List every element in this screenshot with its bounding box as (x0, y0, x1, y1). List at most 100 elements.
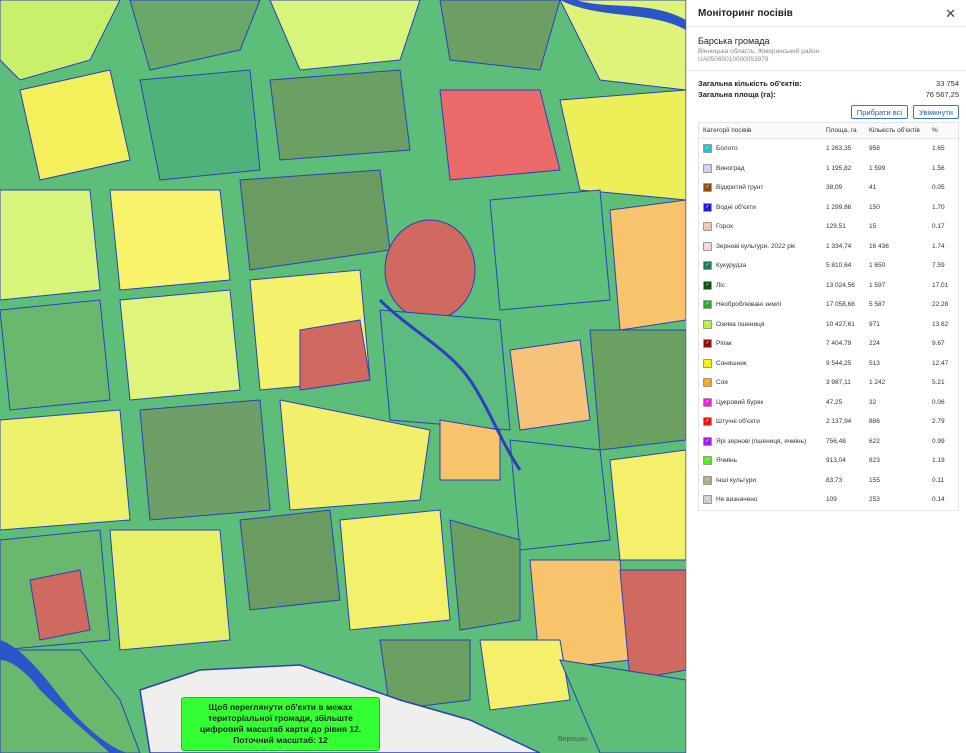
table-row[interactable]: Відкритий грунт 38,09 41 0.05 (699, 178, 958, 198)
pct-cell: 0.11 (932, 476, 945, 484)
table-row[interactable]: Горох 129,51 15 0.17 (699, 217, 958, 237)
pct-cell: 17.01 (932, 281, 949, 289)
table-row[interactable]: Виноград 1 195,82 1 599 1.56 (699, 159, 958, 179)
category-checkbox[interactable] (703, 241, 712, 251)
category-checkbox[interactable] (703, 202, 712, 212)
category-checkbox[interactable] (703, 495, 712, 505)
category-checkbox[interactable] (703, 163, 712, 173)
column-count[interactable]: Кількість об'єктів (869, 127, 932, 134)
table-row[interactable]: Необроблювані землі 17 058,68 5 587 22.28 (699, 295, 958, 315)
total-area-value: 76 567,25 (925, 90, 959, 99)
pct-cell: 22.28 (932, 301, 949, 309)
category-label: Цукровий буряк (716, 398, 764, 406)
table-row[interactable]: Водні об'єкти 1 299,86 150 1.70 (699, 198, 958, 218)
category-checkbox[interactable] (703, 417, 712, 427)
category-checkbox[interactable] (703, 300, 712, 310)
category-checkbox[interactable] (703, 456, 712, 466)
category-cell: Зернові культури. 2022 рік (699, 241, 826, 251)
table-row[interactable]: Штучні об'єкти 2 137,94 886 2.79 (699, 412, 958, 432)
total-area-row: Загальна площа (га): 76 567,25 (698, 90, 959, 101)
category-checkbox[interactable] (703, 183, 712, 193)
table-row[interactable]: Озима пшениця 10 427,61 971 13.62 (699, 315, 958, 335)
area-cell: 129,51 (826, 223, 846, 231)
category-checkbox[interactable] (703, 397, 712, 407)
table-row[interactable]: Ріпак 7 404,79 224 9.67 (699, 334, 958, 354)
table-header: Категорії посівів Площа, га Кількість об… (699, 123, 958, 139)
table-row[interactable]: Соя 3 987,11 1 242 5.21 (699, 373, 958, 393)
count-cell: 253 (869, 496, 880, 504)
count-cell: 1 597 (869, 281, 886, 289)
category-label: Відкритий грунт (716, 184, 764, 192)
category-checkbox[interactable] (703, 261, 712, 271)
area-cell: 5 810,64 (826, 262, 852, 270)
category-label: Виноград (716, 164, 745, 172)
category-cell: Цукровий буряк (699, 397, 826, 407)
notice-line-2: територіальної громади, збільште (208, 713, 353, 723)
count-cell: 1 599 (869, 164, 886, 172)
category-label: Зернові культури. 2022 рік (716, 242, 796, 250)
table-row[interactable]: Ячмінь 913,04 823 1.19 (699, 451, 958, 471)
table-row[interactable]: Кукурудза 5 810,64 1 650 7.59 (699, 256, 958, 276)
panel-title: Моніторинг посівів (698, 7, 793, 19)
category-checkbox[interactable] (703, 319, 712, 329)
count-cell: 971 (869, 320, 880, 328)
table-row[interactable]: Цукровий буряк 47,25 32 0.06 (699, 393, 958, 413)
category-label: Болото (716, 145, 738, 153)
pct-cell: 1.56 (932, 164, 945, 172)
toggle-buttons: Прибрати всі Увімкнути (687, 101, 966, 119)
category-checkbox[interactable] (703, 475, 712, 485)
category-label: Соя (716, 379, 728, 387)
remove-all-button[interactable]: Прибрати всі (850, 105, 909, 119)
category-checkbox[interactable] (703, 144, 712, 154)
crop-categories-table: Категорії посівів Площа, га Кількість об… (698, 122, 959, 511)
count-cell: 513 (869, 359, 880, 367)
notice-line-4: Поточний масштаб: 12 (233, 735, 328, 745)
category-checkbox[interactable] (703, 222, 712, 232)
category-checkbox[interactable] (703, 280, 712, 290)
hromada-region: Вінницька область, Жмеринський район (698, 48, 820, 55)
area-cell: 756,48 (826, 437, 846, 445)
count-cell: 32 (869, 398, 877, 406)
column-category[interactable]: Категорії посівів (699, 127, 826, 134)
column-area[interactable]: Площа, га (826, 127, 869, 134)
table-row[interactable]: Інші культури 83,73 155 0.11 (699, 471, 958, 491)
totals: Загальна кількість об'єктів: 33 754 Зага… (687, 71, 966, 101)
count-cell: 958 (869, 145, 880, 153)
category-cell: Не визначено (699, 495, 826, 505)
count-cell: 41 (869, 184, 877, 192)
pct-cell: 0.17 (932, 223, 945, 231)
count-cell: 155 (869, 476, 880, 484)
enable-button[interactable]: Увімкнути (913, 105, 959, 119)
count-cell: 823 (869, 457, 880, 465)
area-cell: 1 195,82 (826, 164, 852, 172)
crop-map-layer[interactable] (0, 0, 686, 753)
table-row[interactable]: Зернові культури. 2022 рік 1 334,74 16 436… (699, 237, 958, 257)
category-checkbox[interactable] (703, 358, 712, 368)
notice-line-3: цифровий масштаб карти до рівня 12. (199, 724, 362, 734)
pct-cell: 1.19 (932, 457, 945, 465)
area-cell: 10 427,61 (826, 320, 855, 328)
map-view[interactable]: Щоб переглянути об'єкти в межах територі… (0, 0, 686, 753)
category-cell: Ярі зернові (пшениця, ячмінь) (699, 436, 826, 446)
category-checkbox[interactable] (703, 436, 712, 446)
pct-cell: 0.06 (932, 398, 945, 406)
close-icon[interactable]: ✕ (945, 7, 956, 20)
table-row[interactable]: Ярі зернові (пшениця, ячмінь) 756,48 622 0.… (699, 432, 958, 452)
count-cell: 886 (869, 418, 880, 426)
category-cell: Болото (699, 144, 826, 154)
total-objects-label: Загальна кількість об'єктів: (698, 79, 802, 88)
column-pct[interactable]: % (932, 127, 954, 134)
pct-cell: 1.65 (932, 145, 945, 153)
category-label: Ярі зернові (пшениця, ячмінь) (716, 437, 807, 445)
category-checkbox[interactable] (703, 378, 712, 388)
category-cell: Відкритий грунт (699, 183, 826, 193)
category-label: Кукурудза (716, 262, 747, 270)
category-cell: Ріпак (699, 339, 826, 349)
category-checkbox[interactable] (703, 339, 712, 349)
table-row[interactable]: Болото 1 263,35 958 1.65 (699, 139, 958, 159)
table-row[interactable]: Не визначено 109 253 0.14 (699, 490, 958, 510)
table-row[interactable]: Ліс 13 024,56 1 597 17.01 (699, 276, 958, 296)
table-row[interactable]: Соняшник 9 544,25 513 12.47 (699, 354, 958, 374)
category-label: Не визначено (716, 496, 758, 504)
category-label: Штучні об'єкти (716, 418, 760, 426)
